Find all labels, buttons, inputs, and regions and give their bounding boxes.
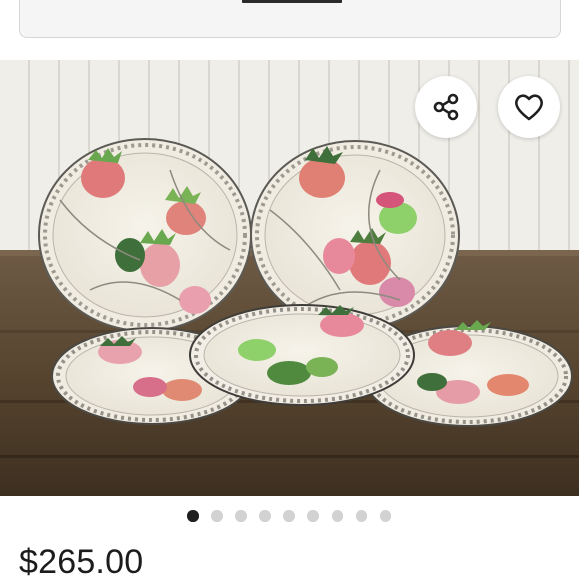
share-button[interactable] [415,76,477,138]
carousel-dot[interactable] [331,510,344,522]
listing-photo[interactable] [0,60,579,496]
carousel-dot[interactable] [187,510,199,522]
carousel-dot[interactable] [307,510,319,522]
carousel-dot[interactable] [235,510,247,522]
listing-price: $265.00 [19,543,144,580]
share-icon [433,93,459,121]
carousel-dot[interactable] [259,510,271,522]
carousel-dot[interactable] [211,510,223,522]
carousel-pagination [0,510,579,524]
carousel-dot[interactable] [355,510,368,522]
like-button[interactable] [498,76,560,138]
top-bar-text-fragment [242,0,342,3]
listing-photo-illustration [0,60,579,496]
top-search-bar[interactable] [19,0,561,38]
carousel-dot[interactable] [379,510,392,522]
carousel-dot[interactable] [283,510,295,522]
heart-icon [515,94,543,121]
